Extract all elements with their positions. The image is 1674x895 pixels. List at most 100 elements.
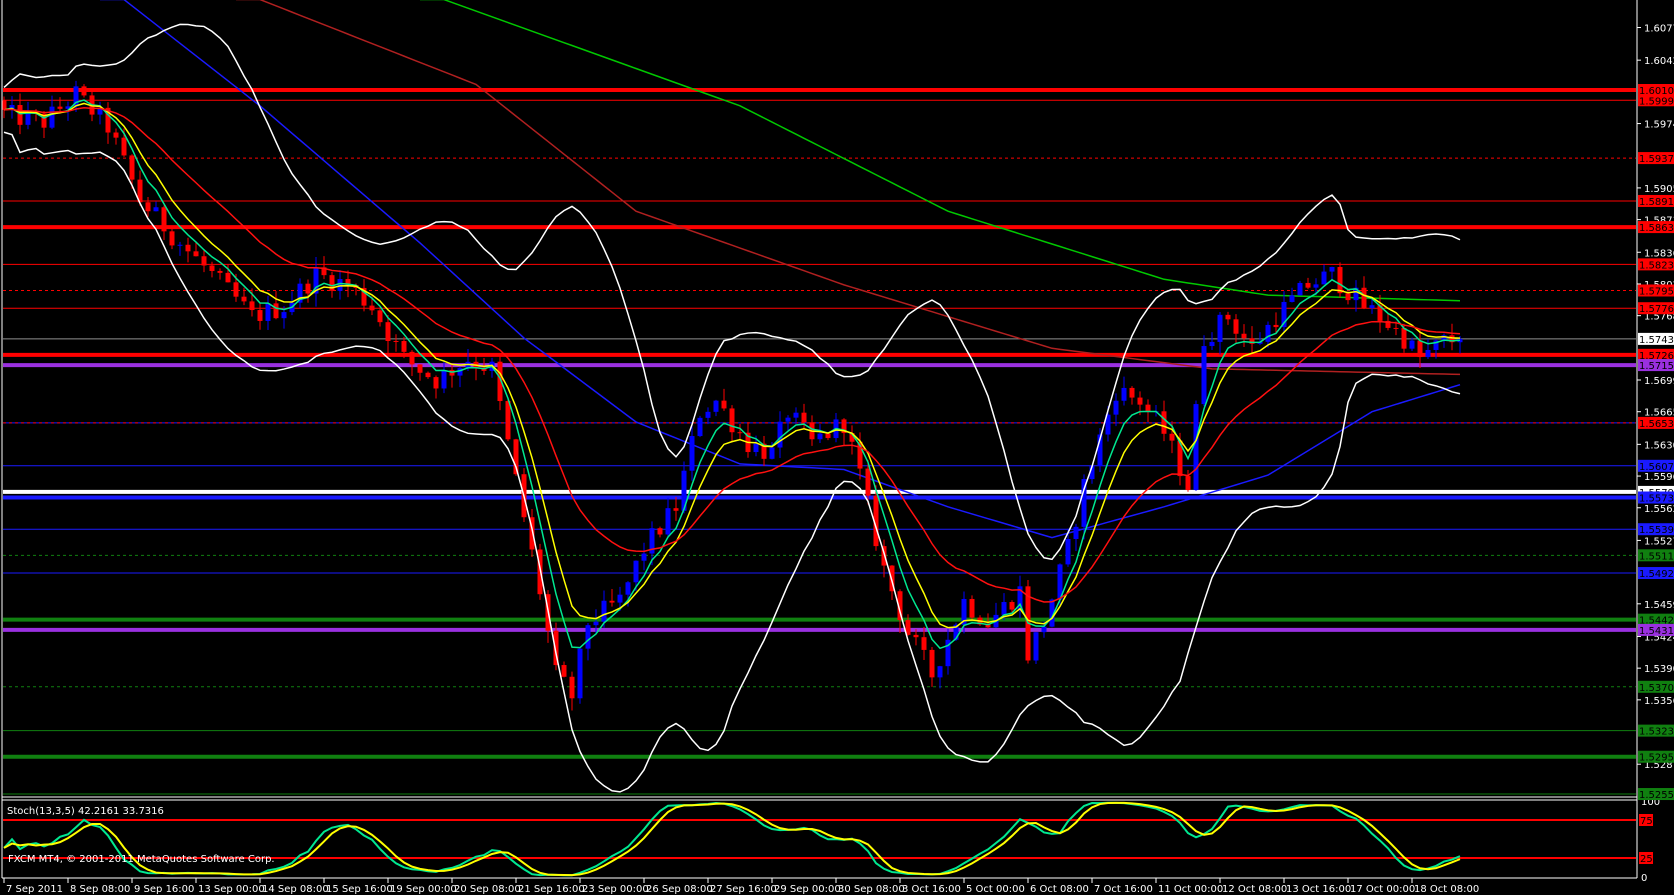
price-level-label: 1.57950 xyxy=(1639,286,1674,297)
candle-body xyxy=(1121,387,1127,401)
candle-body xyxy=(665,508,671,535)
candle-body xyxy=(129,155,135,180)
price-tick-label: 1.59050 xyxy=(1644,184,1674,195)
candle-body xyxy=(1321,271,1327,285)
price-tick-label: 1.56990 xyxy=(1644,376,1674,387)
candle-body xyxy=(729,408,735,433)
candle-body xyxy=(457,368,463,376)
candle-body xyxy=(505,401,511,440)
candle-body xyxy=(1185,476,1191,491)
price-level-label: 1.54920 xyxy=(1639,569,1674,580)
price-tick-label: 1.60770 xyxy=(1644,24,1674,35)
candle-body xyxy=(153,207,159,212)
candle-body xyxy=(561,665,567,677)
candle-body xyxy=(161,207,167,232)
price-level-label: 1.55390 xyxy=(1639,525,1674,536)
candle-body xyxy=(865,468,871,496)
price-chart[interactable]: 75251000 1.607701.604201.597401.590501.5… xyxy=(0,0,1674,895)
candle-body xyxy=(57,106,63,109)
time-label: 14 Sep 08:00 xyxy=(262,884,329,895)
candle-body xyxy=(257,310,263,321)
time-label: 18 Oct 08:00 xyxy=(1414,884,1479,895)
time-label: 9 Sep 16:00 xyxy=(134,884,194,895)
copyright-label: FXCM MT4, © 2001-2011 MetaQuotes Softwar… xyxy=(8,854,275,865)
candle-body xyxy=(1225,314,1231,320)
candle-body xyxy=(409,351,415,365)
time-label: 11 Oct 00:00 xyxy=(1158,884,1223,895)
candle-body xyxy=(625,582,631,595)
candle-body xyxy=(305,283,311,294)
candle-body xyxy=(209,265,215,271)
candle-body xyxy=(753,443,759,453)
candle-body xyxy=(233,282,239,297)
candle-body xyxy=(1161,411,1167,434)
candle-body xyxy=(777,421,783,448)
candle-body xyxy=(937,666,943,678)
price-level-label: 1.57431 xyxy=(1639,335,1674,346)
candle-body xyxy=(825,433,831,439)
candle-body xyxy=(17,105,23,125)
candle-body xyxy=(1401,327,1407,349)
candle-body xyxy=(1129,387,1135,398)
candle-body xyxy=(433,377,439,389)
price-level-label: 1.56530 xyxy=(1639,419,1674,430)
candle-body xyxy=(1033,632,1039,661)
candle-body xyxy=(1145,404,1151,412)
candle-body xyxy=(921,637,927,650)
candle-body xyxy=(185,244,191,252)
stochastic-title: Stoch(13,3,5) 42.2161 33.7316 xyxy=(7,806,164,817)
price-tick-label: 1.55270 xyxy=(1644,536,1674,547)
candle-body xyxy=(617,594,623,603)
price-tick-label: 1.60420 xyxy=(1644,56,1674,67)
candle-body xyxy=(609,600,615,603)
candle-body xyxy=(569,676,575,699)
candle-body xyxy=(241,296,247,302)
candle-body xyxy=(217,270,223,273)
candle-body xyxy=(769,447,775,459)
time-label: 3 Oct 16:00 xyxy=(902,884,961,895)
candle-body xyxy=(913,634,919,638)
candle-body xyxy=(1233,319,1239,334)
candle-body xyxy=(801,412,807,423)
candle xyxy=(1033,631,1039,665)
price-level-label: 1.59370 xyxy=(1639,154,1674,165)
candle-body xyxy=(49,106,55,128)
price-level-label: 1.57150 xyxy=(1639,361,1674,372)
candle-body xyxy=(1329,267,1335,272)
candle-body xyxy=(793,412,799,418)
candle-body xyxy=(1265,324,1271,342)
candle-body xyxy=(1217,314,1223,342)
candle-body xyxy=(1393,327,1399,329)
price-tick-label: 1.55620 xyxy=(1644,504,1674,515)
candle-body xyxy=(1137,397,1143,405)
candle-body xyxy=(1297,282,1303,296)
time-label: 29 Sep 00:00 xyxy=(774,884,841,895)
candle-body xyxy=(1065,539,1071,565)
time-label: 13 Oct 16:00 xyxy=(1286,884,1351,895)
candle-body xyxy=(1273,324,1279,328)
candle-body xyxy=(81,86,87,96)
candle xyxy=(1337,262,1343,298)
price-level-label: 1.53700 xyxy=(1639,683,1674,694)
candle-body xyxy=(1241,333,1247,339)
candle-body xyxy=(1201,346,1207,405)
candle-body xyxy=(265,303,271,321)
candle-body xyxy=(441,369,447,389)
candle-body xyxy=(193,251,199,257)
candle-body xyxy=(1169,433,1175,441)
candle-body xyxy=(121,137,127,156)
candle-body xyxy=(601,600,607,622)
candle-body xyxy=(1073,526,1079,540)
candle-body xyxy=(249,301,255,311)
chart-background xyxy=(0,0,1674,895)
candle-body xyxy=(1041,626,1047,633)
candle-body xyxy=(785,417,791,422)
time-label: 7 Sep 2011 xyxy=(6,884,63,895)
time-label: 12 Oct 08:00 xyxy=(1222,884,1287,895)
candle-body xyxy=(697,417,703,437)
price-level-label: 1.58630 xyxy=(1639,223,1674,234)
candle-body xyxy=(737,432,743,434)
candle-body xyxy=(1209,341,1215,347)
candle-body xyxy=(593,621,599,626)
candle-body xyxy=(177,244,183,246)
